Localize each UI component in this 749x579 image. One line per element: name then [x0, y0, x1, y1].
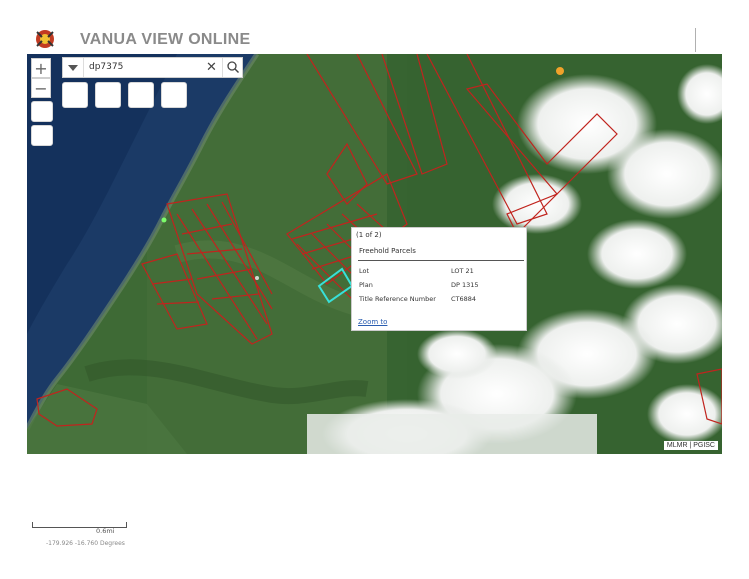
search-bar: ✕ — [62, 57, 243, 78]
tool-button-6[interactable] — [161, 82, 187, 108]
coordinate-readout: -179.926 -16.760 Degrees — [46, 540, 125, 547]
feature-popup: (1 of 2) Freehold Parcels Lot LOT 21 Pla… — [351, 227, 527, 331]
tool-button-4[interactable] — [95, 82, 121, 108]
search-input[interactable] — [89, 59, 207, 75]
search-source-dropdown[interactable] — [63, 58, 84, 77]
popup-row-label: Plan — [359, 281, 373, 289]
popup-row-value: DP 1315 — [451, 281, 479, 289]
app-header: VANUA VIEW ONLINE — [0, 0, 749, 54]
popup-row-label: Title Reference Number — [359, 295, 436, 303]
tool-button-5[interactable] — [128, 82, 154, 108]
scale-label: 0.6mi — [96, 527, 115, 535]
map-view[interactable]: + − ✕ (1 of 2) Freehold Parcels Lot LOT … — [27, 54, 722, 454]
clear-icon[interactable]: ✕ — [206, 58, 217, 77]
zoom-out-button[interactable]: − — [31, 78, 51, 98]
header-divider — [695, 28, 696, 52]
popup-row-value: CT6884 — [451, 295, 477, 303]
popup-divider — [358, 260, 524, 261]
tool-button-3[interactable] — [62, 82, 88, 108]
tool-button-1[interactable] — [31, 101, 53, 122]
app-title: VANUA VIEW ONLINE — [80, 31, 251, 48]
popup-row-label: Lot — [359, 267, 370, 275]
zoom-to-link[interactable]: Zoom to — [358, 318, 387, 326]
search-icon — [227, 61, 239, 73]
tool-button-2[interactable] — [31, 125, 53, 146]
logo-icon — [36, 30, 54, 48]
popup-count: (1 of 2) — [356, 231, 382, 239]
map-attribution: MLMR | PGISC — [663, 441, 718, 450]
popup-row-value: LOT 21 — [451, 267, 474, 275]
zoom-in-button[interactable]: + — [31, 58, 51, 78]
dropdown-icon — [68, 65, 78, 71]
search-button[interactable] — [222, 58, 244, 77]
popup-heading: Freehold Parcels — [359, 247, 416, 255]
